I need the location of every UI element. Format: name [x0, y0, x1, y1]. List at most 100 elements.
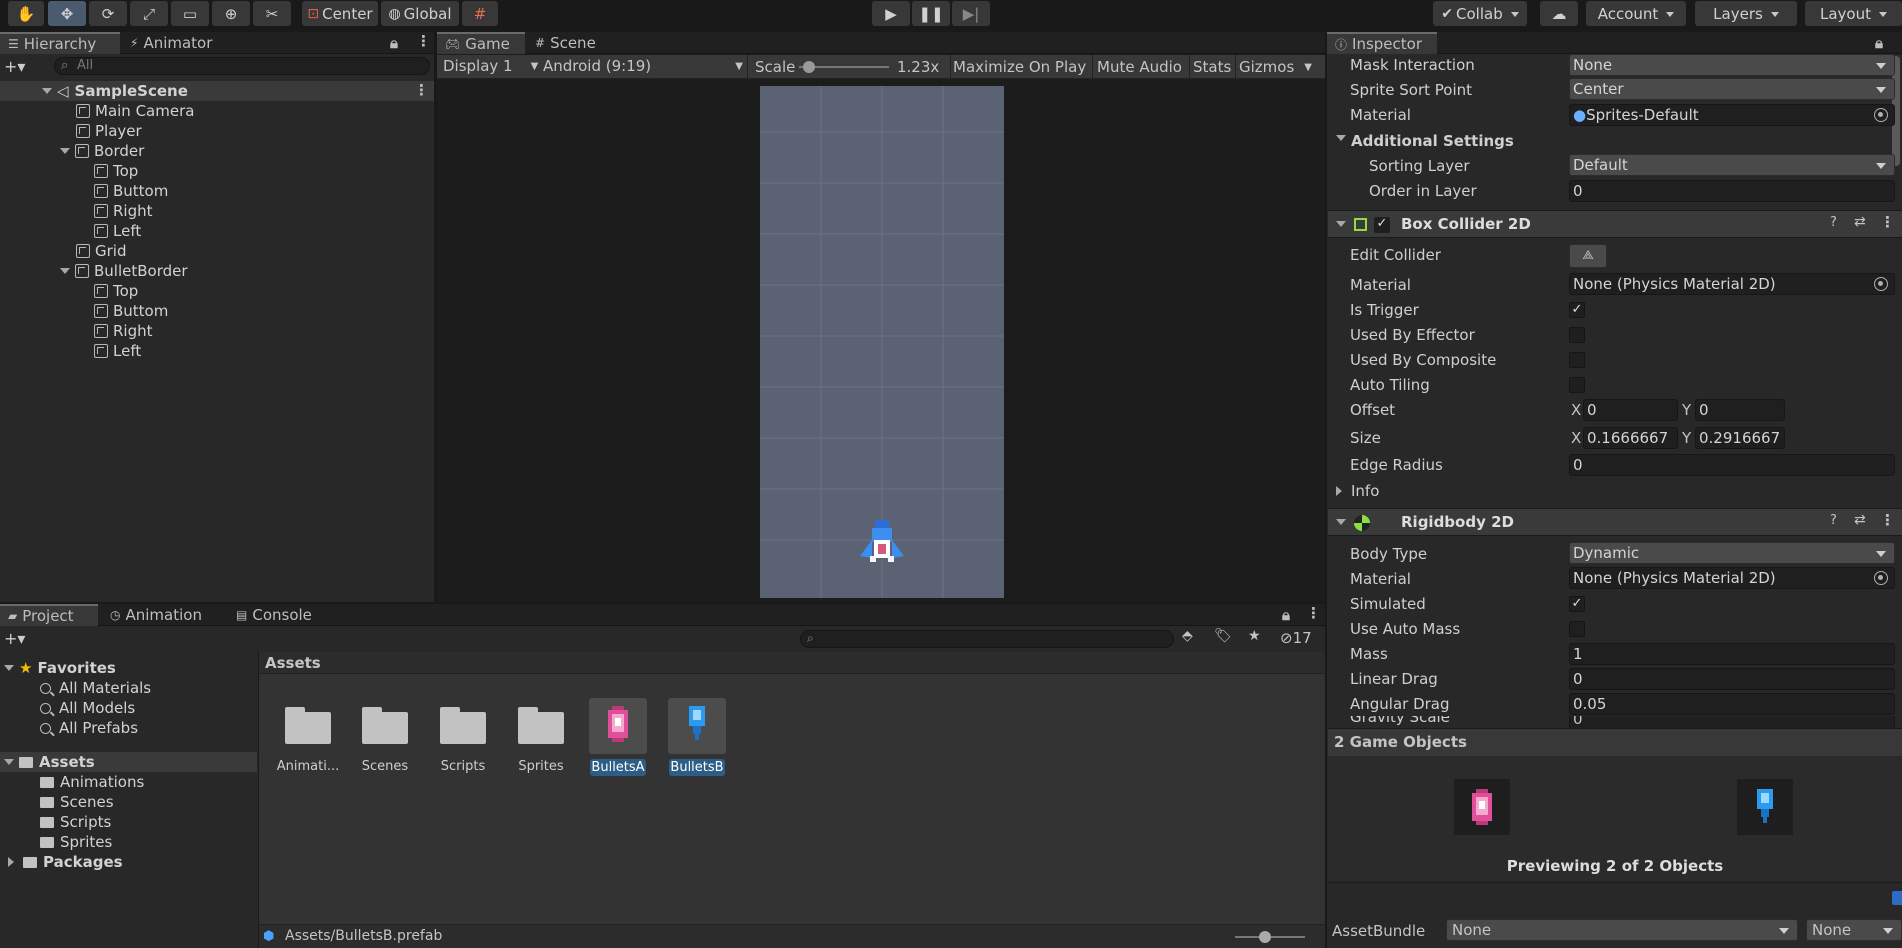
favorite-item[interactable]: All Models: [40, 698, 135, 718]
filter-label-icon[interactable]: 🏷︎: [1214, 628, 1232, 644]
hierarchy-item[interactable]: BulletBorder: [60, 261, 188, 281]
scale-slider-thumb[interactable]: [803, 61, 815, 73]
folder-icon[interactable]: [440, 704, 486, 744]
asset-folder-item[interactable]: Sprites: [40, 832, 112, 852]
scale-tool-icon[interactable]: ⤢: [130, 1, 168, 26]
tab-game[interactable]: 🎮︎ Game: [437, 32, 525, 54]
move-tool-icon[interactable]: ✥: [48, 1, 86, 26]
lock-icon[interactable]: 🔒︎: [1282, 606, 1290, 624]
gizmos-dropdown[interactable]: Gizmos ▼: [1239, 58, 1312, 76]
display-dropdown[interactable]: Display 1 ▼: [443, 57, 538, 75]
body-type-dropdown[interactable]: Dynamic: [1569, 542, 1895, 564]
hierarchy-item[interactable]: Right: [94, 321, 153, 341]
grid-snap-button[interactable]: #: [462, 1, 498, 26]
assetbundle-dropdown[interactable]: None: [1446, 919, 1798, 941]
maximize-on-play-toggle[interactable]: Maximize On Play: [953, 58, 1086, 76]
bullet-b-prefab[interactable]: [668, 698, 726, 754]
sorting-layer-dropdown[interactable]: Default: [1569, 154, 1895, 176]
hierarchy-item[interactable]: Right: [94, 201, 153, 221]
filter-type-icon[interactable]: ⬘: [1182, 628, 1193, 644]
use-auto-mass-checkbox[interactable]: [1569, 621, 1585, 637]
favorite-item[interactable]: All Prefabs: [40, 718, 138, 738]
panel-menu-icon[interactable]: ⋮: [416, 32, 431, 50]
size-y-field[interactable]: 0.2916667: [1695, 427, 1785, 449]
game-viewport[interactable]: [760, 86, 1004, 598]
transform-tool-icon[interactable]: ⊕: [212, 1, 250, 26]
cloud-button[interactable]: ☁: [1540, 1, 1578, 26]
mass-field[interactable]: 1: [1569, 643, 1895, 665]
edit-collider-button[interactable]: ⟁: [1569, 244, 1607, 268]
label-tag-icon[interactable]: [1892, 891, 1902, 905]
size-x-field[interactable]: 0.1666667: [1583, 427, 1678, 449]
hand-tool-icon[interactable]: ✋: [8, 1, 44, 26]
pivot-center-button[interactable]: ⊡ Center: [302, 1, 378, 26]
rotate-tool-icon[interactable]: ⟳: [89, 1, 127, 26]
pause-button[interactable]: ❚❚: [912, 1, 950, 26]
create-button[interactable]: +▾: [4, 629, 25, 648]
used-by-composite-checkbox[interactable]: [1569, 352, 1585, 368]
asset-folder-item[interactable]: Scenes: [40, 792, 114, 812]
object-picker-icon[interactable]: [1874, 277, 1888, 291]
offset-x-field[interactable]: 0: [1583, 399, 1678, 421]
tab-hierarchy[interactable]: ☰ Hierarchy: [0, 32, 120, 54]
auto-tiling-checkbox[interactable]: [1569, 377, 1585, 393]
angular-drag-field[interactable]: 0.05: [1569, 693, 1895, 715]
pivot-global-button[interactable]: ◍ Global: [381, 1, 459, 26]
preset-icon[interactable]: ⇄: [1854, 214, 1866, 230]
layers-dropdown[interactable]: Layers: [1695, 1, 1797, 26]
box-collider-header[interactable]: ✓ Box Collider 2D ? ⇄ ⋮: [1328, 210, 1902, 238]
preview-header[interactable]: 2 Game Objects: [1328, 728, 1902, 756]
edge-radius-field[interactable]: 0: [1569, 454, 1895, 476]
hierarchy-search-input[interactable]: ⌕ All: [54, 57, 430, 75]
create-button[interactable]: +▾: [4, 56, 32, 76]
layout-dropdown[interactable]: Layout: [1805, 1, 1902, 26]
hierarchy-item[interactable]: Buttom: [94, 181, 168, 201]
object-picker-icon[interactable]: [1874, 571, 1888, 585]
scene-root[interactable]: ◁ SampleScene: [0, 81, 434, 101]
scene-menu-icon[interactable]: ⋮: [414, 81, 429, 99]
breadcrumb[interactable]: Assets: [259, 652, 1325, 674]
tab-scene[interactable]: # Scene: [527, 32, 617, 54]
help-icon[interactable]: ?: [1830, 513, 1837, 528]
play-button[interactable]: ▶: [872, 1, 910, 26]
physics-material-field[interactable]: None (Physics Material 2D): [1569, 273, 1895, 295]
favorites-folder[interactable]: ★ Favorites: [4, 658, 116, 678]
tab-animator[interactable]: ⚡ Animator: [122, 32, 232, 54]
sprite-sort-point-dropdown[interactable]: Center: [1569, 78, 1895, 100]
hidden-packages-toggle[interactable]: ⊘ 17: [1280, 629, 1312, 647]
stats-toggle[interactable]: Stats: [1193, 58, 1231, 76]
assetbundle-variant-dropdown[interactable]: None: [1806, 919, 1902, 941]
tab-inspector[interactable]: ⓘ Inspector: [1327, 32, 1437, 54]
custom-tool-icon[interactable]: ✂: [253, 1, 291, 26]
linear-drag-field[interactable]: 0: [1569, 668, 1895, 690]
tab-console[interactable]: ▤ Console: [228, 604, 328, 626]
bullet-a-prefab[interactable]: [589, 698, 647, 754]
simulated-checkbox[interactable]: ✓: [1569, 596, 1585, 612]
offset-y-field[interactable]: 0: [1695, 399, 1785, 421]
hierarchy-item[interactable]: Top: [94, 161, 138, 181]
enabled-checkbox[interactable]: ✓: [1374, 217, 1390, 233]
folder-icon[interactable]: [518, 704, 564, 744]
rigidbody-header[interactable]: Rigidbody 2D ? ⇄ ⋮: [1328, 508, 1902, 536]
gravity-scale-field[interactable]: 0: [1569, 716, 1895, 728]
rect-tool-icon[interactable]: ▭: [171, 1, 209, 26]
folder-icon[interactable]: [285, 704, 331, 744]
tab-animation[interactable]: ◷ Animation: [102, 604, 216, 626]
project-search-input[interactable]: ⌕: [800, 630, 1174, 648]
lock-icon[interactable]: 🔒︎: [390, 34, 398, 52]
assets-folder[interactable]: Assets: [0, 752, 257, 772]
asset-folder-item[interactable]: Scripts: [40, 812, 111, 832]
component-menu-icon[interactable]: ⋮: [1880, 213, 1895, 231]
hierarchy-item[interactable]: Grid: [76, 241, 126, 261]
step-button[interactable]: ▶|: [952, 1, 990, 26]
object-picker-icon[interactable]: [1874, 108, 1888, 122]
info-foldout[interactable]: Info: [1336, 480, 1379, 502]
help-icon[interactable]: ?: [1830, 215, 1837, 230]
packages-folder[interactable]: Packages: [8, 852, 123, 872]
preset-icon[interactable]: ⇄: [1854, 512, 1866, 528]
collab-dropdown[interactable]: ✔ Collab: [1433, 1, 1527, 26]
hierarchy-item[interactable]: Top: [94, 281, 138, 301]
resolution-dropdown[interactable]: Android (9:19) ▼: [543, 57, 743, 75]
hierarchy-item[interactable]: Main Camera: [76, 101, 194, 121]
is-trigger-checkbox[interactable]: ✓: [1569, 302, 1585, 318]
